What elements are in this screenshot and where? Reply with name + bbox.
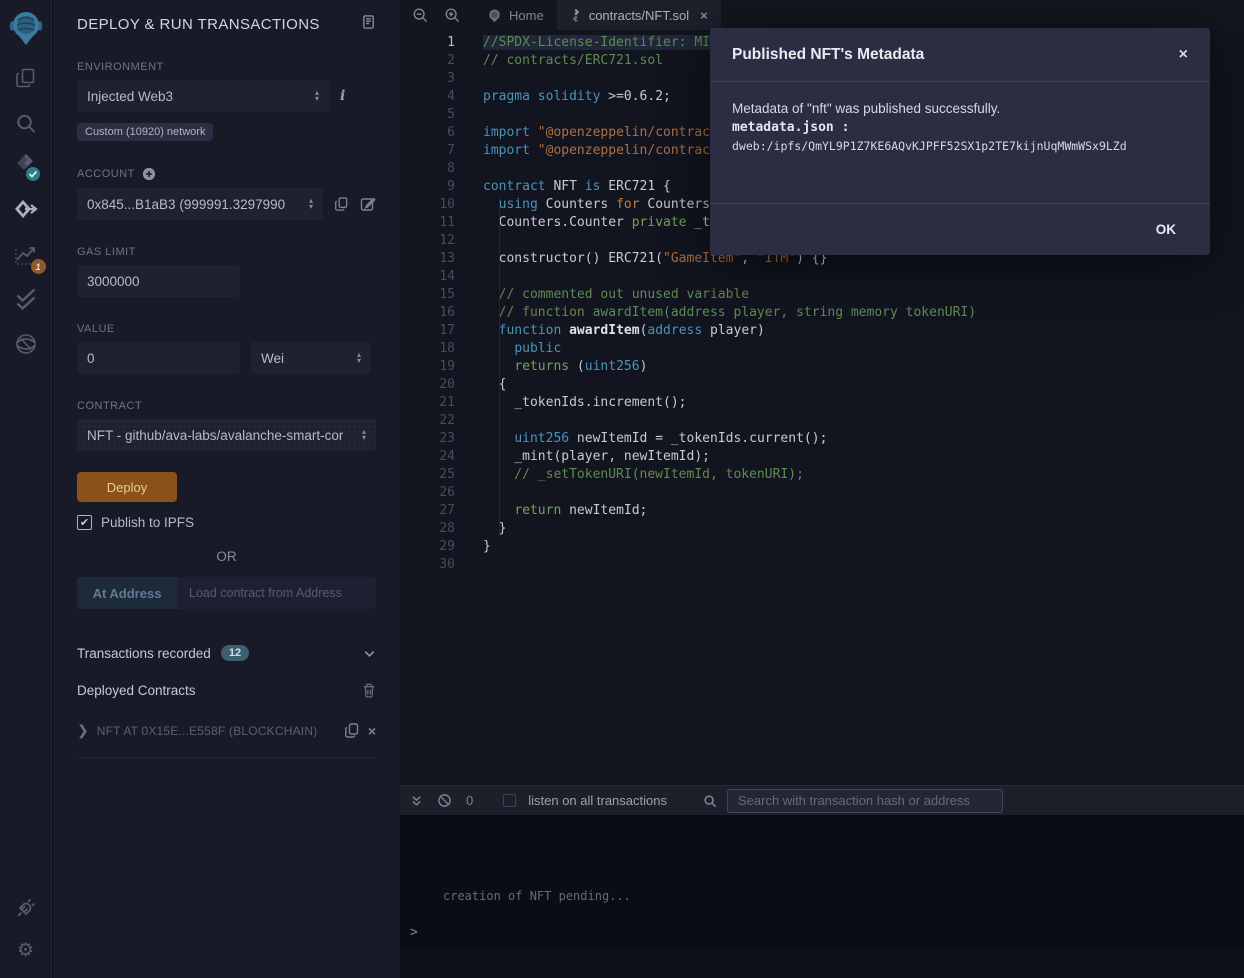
expand-contract-icon[interactable]: ❯ [77, 722, 89, 739]
modal-close-icon[interactable]: × [1179, 47, 1188, 63]
contract-label: CONTRACT [77, 400, 376, 412]
deploy-run-panel: DEPLOY & RUN TRANSACTIONS ENVIRONMENT In… [53, 0, 400, 978]
transactions-collapse-icon[interactable] [363, 647, 376, 660]
code-line[interactable]: 22 [400, 412, 1244, 430]
code-line[interactable]: 25 // _setTokenURI(newItemId, tokenURI); [400, 466, 1244, 484]
deployed-contracts-label: Deployed Contracts [77, 683, 196, 698]
code-line[interactable]: 19 returns (uint256) [400, 358, 1244, 376]
value-label: VALUE [77, 323, 376, 335]
documentation-icon[interactable] [361, 14, 376, 35]
select-caret-icon: ▴▾ [362, 429, 366, 441]
clear-deployed-trash-icon[interactable] [362, 683, 376, 698]
editor-zoom-out-icon[interactable] [412, 7, 428, 23]
panel-title: DEPLOY & RUN TRANSACTIONS [77, 16, 320, 33]
code-line[interactable]: 17 function awardItem(address player) [400, 322, 1244, 340]
code-line[interactable]: 29} [400, 538, 1244, 556]
modal-ipfs-url: dweb:/ipfs/QmYL9P1Z7KE6AQvKJPFF52SX1p2TE… [732, 137, 1188, 156]
account-label: ACCOUNT [77, 168, 135, 180]
publish-to-ipfs-row[interactable]: ✔ Publish to IPFS [77, 515, 376, 530]
code-line[interactable]: 23 uint256 newItemId = _tokenIds.current… [400, 430, 1244, 448]
home-remix-icon [487, 8, 502, 23]
solidity-compiler-icon[interactable] [11, 152, 41, 186]
editor-zoom-in-icon[interactable] [444, 7, 460, 23]
select-caret-icon: ▴▾ [309, 198, 313, 210]
code-line[interactable]: 28 } [400, 520, 1244, 538]
code-line[interactable]: 26 [400, 484, 1244, 502]
remove-contract-icon[interactable]: × [368, 723, 376, 739]
settings-gear-icon[interactable]: ⚙ [17, 941, 34, 960]
value-input[interactable] [77, 342, 240, 374]
terminal-prompt[interactable]: > [410, 925, 418, 940]
analytics-alert-badge: 1 [31, 259, 46, 274]
contract-select[interactable]: NFT - github/ava-labs/avalanche-smart-co… [77, 419, 376, 451]
terminal-pending-count: 0 [466, 793, 473, 808]
add-account-icon[interactable] [142, 167, 156, 181]
account-select[interactable]: 0x845...B1aB3 (999991.3297990 ▴▾ [77, 188, 323, 220]
copy-address-icon[interactable] [344, 722, 360, 739]
plugin-manager-icon[interactable] [14, 896, 38, 920]
deploy-button[interactable]: Deploy [77, 472, 177, 502]
remix-logo-icon[interactable] [8, 8, 44, 46]
select-caret-icon: ▴▾ [315, 90, 319, 102]
plugin-icon-rail: 1 ⚙ [0, 0, 52, 978]
edit-account-icon[interactable] [360, 196, 376, 212]
panel-divider [77, 757, 376, 758]
modal-file-label: metadata.json : [732, 118, 1188, 137]
code-line[interactable]: 30 [400, 556, 1244, 574]
deploy-run-icon[interactable] [13, 198, 39, 224]
listen-transactions-checkbox[interactable] [503, 794, 516, 807]
code-line[interactable]: 24 _mint(player, newItemId); [400, 448, 1244, 466]
terminal-search-input[interactable] [727, 789, 1003, 813]
copy-account-icon[interactable] [334, 196, 349, 212]
transactions-recorded-label: Transactions recorded [77, 646, 211, 661]
modal-title: Published NFT's Metadata [732, 46, 924, 64]
terminal-collapse-icon[interactable] [410, 794, 423, 808]
deployed-contract-label: NFT AT 0X15E...E558F (BLOCKCHAIN) [97, 724, 336, 738]
code-line[interactable]: 20 { [400, 376, 1244, 394]
solidity-file-icon [570, 8, 582, 23]
value-unit-select[interactable]: Wei ▴▾ [251, 342, 371, 374]
deployed-contract-item[interactable]: ❯ NFT AT 0X15E...E558F (BLOCKCHAIN) × [77, 722, 376, 739]
remix-ide-window: 1 ⚙ DEPLOY & RUN TRANSACTI [0, 0, 1244, 978]
published-metadata-modal: Published NFT's Metadata × Metadata of "… [710, 28, 1210, 255]
modal-ok-button[interactable]: OK [1156, 222, 1176, 237]
analytics-icon[interactable]: 1 [13, 243, 39, 269]
editor-tabbar: Home contracts/NFT.sol × [400, 0, 1244, 30]
terminal-toolbar: 0 listen on all transactions [400, 785, 1244, 815]
search-icon[interactable] [14, 112, 37, 135]
terminal-log-line: creation of NFT pending... [443, 889, 631, 903]
tab-home[interactable]: Home [474, 0, 557, 30]
network-badge: Custom (10920) network [77, 123, 213, 141]
at-address-input[interactable] [177, 577, 376, 609]
gas-limit-label: GAS LIMIT [77, 246, 376, 258]
indent-guide [499, 196, 500, 538]
file-explorer-icon[interactable] [14, 66, 38, 90]
code-line[interactable]: 21 _tokenIds.increment(); [400, 394, 1244, 412]
environment-info-icon[interactable]: i [340, 88, 345, 104]
environment-label: ENVIRONMENT [77, 61, 376, 73]
code-line[interactable]: 16 // function awardItem(address player,… [400, 304, 1244, 322]
listen-transactions-label: listen on all transactions [528, 793, 667, 808]
code-line[interactable]: 15 // commented out unused variable [400, 286, 1244, 304]
tab-close-icon[interactable]: × [700, 8, 708, 23]
publish-checkbox-label: Publish to IPFS [101, 515, 194, 530]
select-caret-icon: ▴▾ [357, 352, 361, 364]
terminal-output[interactable]: creation of NFT pending... > [400, 815, 1244, 948]
transactions-count-badge: 12 [221, 645, 249, 661]
unit-testing-icon[interactable] [13, 287, 38, 312]
tab-contracts-nft-sol[interactable]: contracts/NFT.sol × [557, 0, 721, 30]
code-line[interactable]: 14 [400, 268, 1244, 286]
gas-limit-input[interactable] [77, 265, 240, 297]
at-address-button[interactable]: At Address [77, 577, 177, 609]
code-line[interactable]: 18 public [400, 340, 1244, 358]
or-divider: OR [77, 549, 376, 564]
code-line[interactable]: 27 return newItemId; [400, 502, 1244, 520]
debugger-swirl-icon[interactable] [14, 332, 38, 356]
terminal-search-icon [703, 794, 717, 808]
modal-message: Metadata of "nft" was published successf… [732, 99, 1188, 118]
terminal-clear-icon[interactable] [437, 793, 452, 808]
environment-select[interactable]: Injected Web3 ▴▾ [77, 80, 329, 112]
publish-checkbox[interactable]: ✔ [77, 515, 92, 530]
